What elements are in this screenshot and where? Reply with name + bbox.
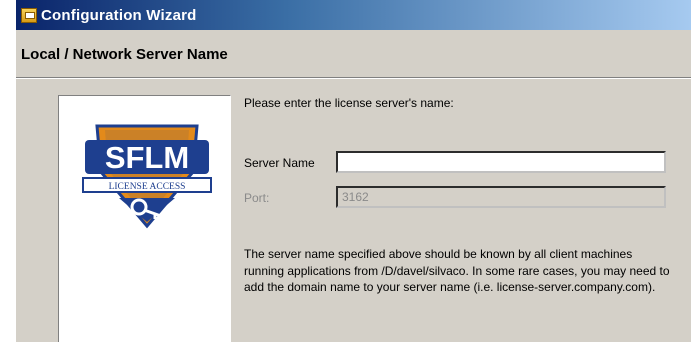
server-name-input[interactable]	[336, 151, 666, 173]
logo-wordmark: SFLM	[105, 140, 189, 175]
server-prompt: Please enter the license server's name:	[244, 96, 454, 110]
window-title: Configuration Wizard	[41, 6, 197, 24]
server-name-label: Server Name	[244, 156, 315, 170]
port-input	[336, 186, 666, 208]
app-icon	[21, 7, 37, 23]
key-badge-icon	[119, 198, 175, 222]
logo-panel: SFLM LICENSE ACCESS	[58, 95, 231, 342]
logo-banner: LICENSE ACCESS	[109, 182, 186, 192]
page-title: Local / Network Server Name	[21, 46, 228, 63]
configuration-wizard-window: Configuration Wizard Local / Network Ser…	[16, 0, 691, 342]
server-name-help-text: The server name specified above should b…	[244, 247, 670, 294]
port-label: Port:	[244, 191, 270, 205]
sflm-logo: SFLM LICENSE ACCESS	[82, 124, 212, 229]
wizard-content: Please enter the license server's name: …	[244, 0, 691, 342]
